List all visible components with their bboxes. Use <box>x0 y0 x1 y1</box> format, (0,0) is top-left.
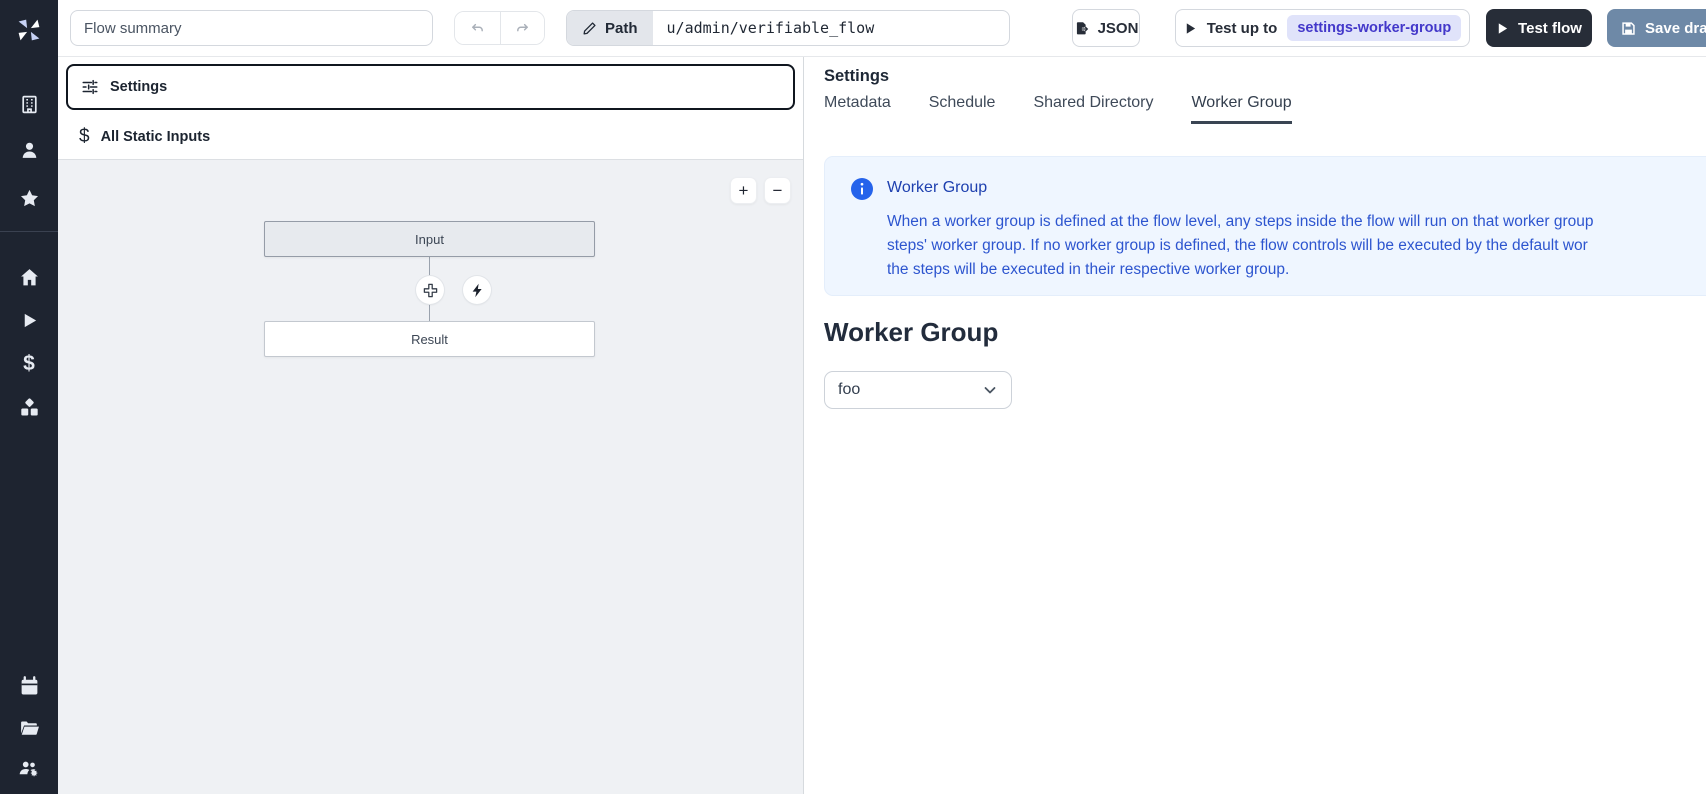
flow-graph-canvas[interactable]: Input Result + − <box>58 160 803 794</box>
play-icon <box>1184 22 1197 35</box>
json-button-label: JSON <box>1098 20 1139 37</box>
info-box-text: When a worker group is defined at the fl… <box>887 210 1593 282</box>
all-static-inputs-label: All Static Inputs <box>101 129 211 145</box>
path-field: Path u/admin/verifiable_flow <box>566 10 1010 46</box>
path-edit-button[interactable]: Path <box>567 11 653 45</box>
dollar-icon: $ <box>79 126 90 148</box>
sidebar-item-folders[interactable] <box>0 708 58 748</box>
flow-settings-label: Settings <box>110 79 167 95</box>
test-flow-label: Test flow <box>1518 20 1582 37</box>
sidebar-item-schedules[interactable] <box>0 666 58 706</box>
plus-icon <box>422 282 439 299</box>
tab-shared-directory[interactable]: Shared Directory <box>1033 94 1153 124</box>
favorites-star-icon <box>19 188 40 209</box>
sidebar-item-variables[interactable]: $ <box>0 344 58 384</box>
test-up-to-step-badge[interactable]: settings-worker-group <box>1287 15 1461 41</box>
resources-boxes-icon <box>19 397 40 418</box>
info-line: the steps will be executed in their resp… <box>887 258 1593 282</box>
flow-summary-input[interactable] <box>70 10 433 46</box>
info-icon <box>851 178 873 205</box>
flow-toolbar: Path u/admin/verifiable_flow JSON Test u… <box>58 0 1706 57</box>
settings-panel-title: Settings <box>824 67 889 86</box>
workers-group-icon <box>18 757 40 779</box>
sliders-icon <box>81 78 99 96</box>
user-icon <box>19 140 40 161</box>
sidebar-item-user[interactable] <box>0 130 58 170</box>
zoom-out-button[interactable]: − <box>764 177 791 204</box>
minus-icon: − <box>773 181 783 201</box>
result-node[interactable]: Result <box>264 321 595 357</box>
sidebar-item-workers[interactable] <box>0 748 58 788</box>
info-box-title: Worker Group <box>887 179 987 197</box>
sidebar-item-workspace[interactable] <box>0 84 58 124</box>
folders-icon <box>19 718 40 739</box>
test-up-to-button[interactable]: Test up to settings-worker-group <box>1175 9 1470 47</box>
input-node[interactable]: Input <box>264 221 595 257</box>
pencil-icon <box>582 21 597 36</box>
path-label: Path <box>605 20 638 37</box>
input-node-label: Input <box>415 232 444 247</box>
home-icon <box>19 267 40 288</box>
test-up-to-label: Test up to <box>1207 20 1278 37</box>
zoom-in-button[interactable]: + <box>730 177 757 204</box>
worker-group-select-value: foo <box>838 381 860 399</box>
plus-icon: + <box>739 181 749 201</box>
settings-tabs: Metadata Schedule Shared Directory Worke… <box>824 94 1292 124</box>
redo-button[interactable] <box>500 12 545 44</box>
sidebar-item-runs[interactable] <box>0 300 58 340</box>
windmill-logo[interactable] <box>0 8 58 52</box>
all-static-inputs-item[interactable]: $ All Static Inputs <box>58 114 803 160</box>
app-sidebar: $ <box>0 0 58 794</box>
undo-redo-group <box>454 11 545 45</box>
path-value[interactable]: u/admin/verifiable_flow <box>653 19 889 37</box>
schedules-calendar-icon <box>19 676 40 697</box>
variables-dollar-icon: $ <box>23 352 35 376</box>
sidebar-item-favorites[interactable] <box>0 178 58 218</box>
settings-panel: Settings Metadata Schedule Shared Direct… <box>804 57 1706 794</box>
sidebar-divider <box>0 231 58 232</box>
tab-worker-group[interactable]: Worker Group <box>1191 94 1291 124</box>
add-step-button[interactable] <box>416 276 444 304</box>
windmill-logo-icon <box>12 13 46 47</box>
json-button[interactable]: JSON <box>1072 9 1140 47</box>
worker-group-heading: Worker Group <box>824 317 998 348</box>
workspace-icon <box>19 94 40 115</box>
trigger-button[interactable] <box>463 276 491 304</box>
sidebar-item-resources[interactable] <box>0 387 58 427</box>
save-draft-label: Save draft <box>1645 20 1706 37</box>
worker-group-select[interactable]: foo <box>824 371 1012 409</box>
undo-button[interactable] <box>455 12 500 44</box>
tab-metadata[interactable]: Metadata <box>824 94 891 124</box>
sidebar-item-home[interactable] <box>0 257 58 297</box>
runs-play-icon <box>20 311 39 330</box>
flow-editor-panel: Settings $ All Static Inputs Input Re <box>58 57 804 794</box>
worker-group-info-box: Worker Group When a worker group is defi… <box>824 156 1706 296</box>
chevron-down-icon <box>982 382 998 398</box>
test-flow-button[interactable]: Test flow <box>1486 9 1592 47</box>
bolt-icon <box>470 283 485 298</box>
file-json-icon <box>1074 21 1089 36</box>
play-icon <box>1496 22 1509 35</box>
tab-schedule[interactable]: Schedule <box>929 94 996 124</box>
windmill-flow-editor: $ <box>0 0 1706 794</box>
result-node-label: Result <box>411 332 448 347</box>
save-icon <box>1621 21 1636 36</box>
flow-settings-item[interactable]: Settings <box>66 64 795 110</box>
redo-icon <box>514 20 531 37</box>
info-line: steps' worker group. If no worker group … <box>887 234 1593 258</box>
info-line: When a worker group is defined at the fl… <box>887 210 1593 234</box>
undo-icon <box>469 20 486 37</box>
save-draft-button[interactable]: Save draft <box>1607 9 1706 47</box>
